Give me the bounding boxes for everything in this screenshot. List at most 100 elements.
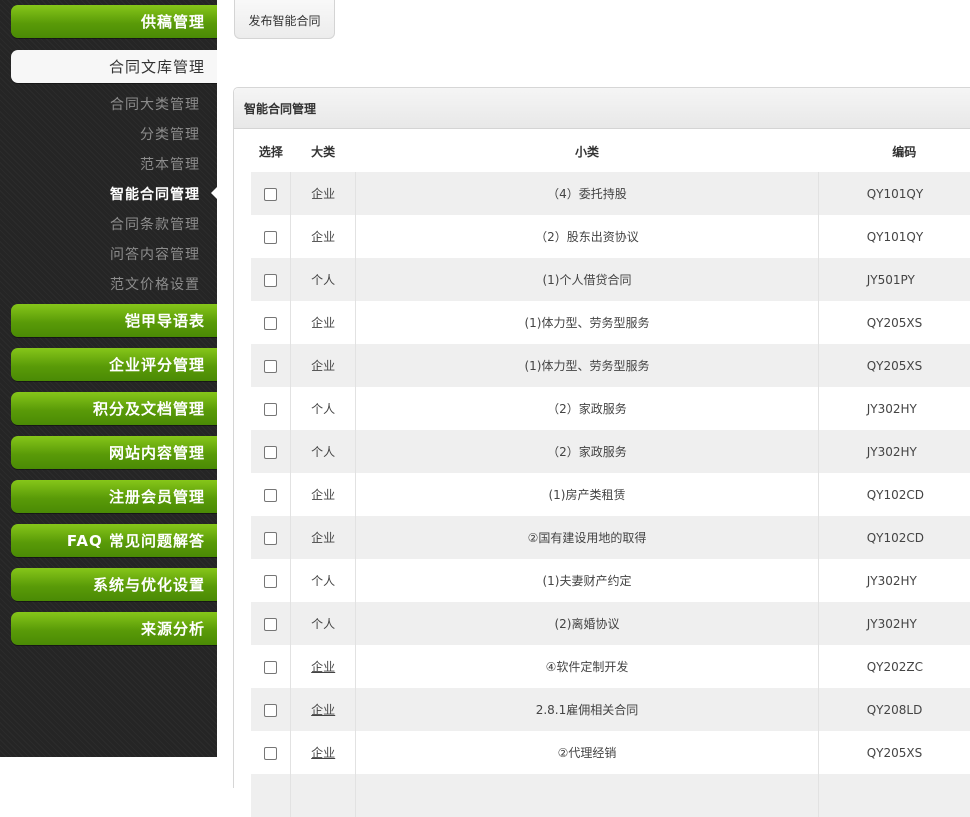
select-cell	[251, 430, 291, 473]
table-row: 企业 2.8.1雇佣相关合同 QY208LD	[251, 688, 970, 731]
subcategory-cell: (2)离婚协议	[355, 602, 819, 645]
row-checkbox[interactable]	[264, 402, 278, 416]
column-header-code: 编码	[892, 144, 917, 159]
row-checkbox[interactable]	[264, 359, 278, 373]
row-checkbox[interactable]	[264, 316, 278, 330]
nav-item-contract-library[interactable]: 合同文库管理	[11, 50, 217, 83]
category-cell: 个人	[290, 258, 357, 301]
row-checkbox[interactable]	[264, 445, 278, 459]
sub-item-qa-content[interactable]: 问答内容管理	[110, 244, 200, 264]
table-row	[251, 774, 970, 817]
row-checkbox[interactable]	[264, 703, 278, 717]
subcategory-cell: ②国有建设用地的取得	[355, 516, 819, 559]
sidebar: 供稿管理 合同文库管理 合同大类管理 分类管理 范本管理 智能合同管理 合同条款…	[0, 0, 217, 757]
row-checkbox[interactable]	[264, 488, 278, 502]
row-checkbox[interactable]	[264, 617, 278, 631]
code-cell: JY302HY	[818, 559, 970, 602]
category-cell: 企业	[290, 215, 357, 258]
column-header-select: 选择	[258, 144, 283, 159]
select-cell	[251, 215, 291, 258]
subcategory-cell: (1)体力型、劳务型服务	[355, 301, 819, 344]
code-cell: JY302HY	[818, 430, 970, 473]
nav-item-system-settings[interactable]: 系统与优化设置	[11, 568, 217, 601]
sub-item-price-setting[interactable]: 范文价格设置	[110, 274, 200, 294]
category-cell[interactable]: 企业	[290, 688, 357, 731]
code-cell: JY501PY	[818, 258, 970, 301]
category-cell[interactable]: 企业	[290, 645, 357, 688]
row-checkbox[interactable]	[264, 273, 278, 287]
code-cell: QY205XS	[818, 344, 970, 387]
code-cell: JY302HY	[818, 387, 970, 430]
subcategory-cell: ②代理经销	[355, 731, 819, 774]
category-cell: 企业	[290, 172, 357, 215]
nav-item-points-docs[interactable]: 积分及文档管理	[11, 392, 217, 425]
category-cell: 企业	[290, 473, 357, 516]
nav-item-armor-guide[interactable]: 铠甲导语表	[11, 304, 217, 337]
category-cell	[290, 774, 357, 817]
subcategory-cell: （2）家政服务	[355, 430, 819, 473]
sub-item-clause[interactable]: 合同条款管理	[110, 214, 200, 234]
subcategory-cell: 2.8.1雇佣相关合同	[355, 688, 819, 731]
row-checkbox[interactable]	[264, 531, 278, 545]
code-cell: JY302HY	[818, 602, 970, 645]
row-checkbox[interactable]	[264, 574, 278, 588]
contract-table: 选择 大类 小类 编码 企业 （4）委托持股 QY101QY 企业 （2）股东出资协议 Q…	[251, 130, 970, 817]
code-cell	[818, 774, 970, 817]
nav-item-source-analysis[interactable]: 来源分析	[11, 612, 217, 645]
category-cell: 个人	[290, 559, 357, 602]
subcategory-cell: （4）委托持股	[355, 172, 819, 215]
code-cell: QY202ZC	[818, 645, 970, 688]
select-cell	[251, 344, 291, 387]
column-header-category: 大类	[311, 144, 336, 159]
sub-item-template[interactable]: 范本管理	[140, 154, 200, 174]
nav-item-site-content[interactable]: 网站内容管理	[11, 436, 217, 469]
select-cell	[251, 172, 291, 215]
nav-item-faq[interactable]: FAQ 常见问题解答	[11, 524, 217, 557]
sub-item-classification[interactable]: 分类管理	[140, 124, 200, 144]
subcategory-cell: (1)房产类租赁	[355, 473, 819, 516]
select-cell	[251, 688, 291, 731]
smart-contract-panel: 智能合同管理 选择 大类 小类 编码 企业 （4）委托持股 QY101QY 企业 （2）…	[233, 87, 970, 817]
category-cell: 企业	[290, 516, 357, 559]
select-cell	[251, 774, 291, 817]
row-checkbox[interactable]	[264, 230, 278, 244]
sub-item-contract-category[interactable]: 合同大类管理	[110, 94, 200, 114]
row-checkbox[interactable]	[264, 746, 278, 760]
nav-item-enterprise-rating[interactable]: 企业评分管理	[11, 348, 217, 381]
subcategory-cell: (1)体力型、劳务型服务	[355, 344, 819, 387]
category-cell: 个人	[290, 430, 357, 473]
table-row: 个人 (1)个人借贷合同 JY501PY	[251, 258, 970, 301]
table-row: 企业 (1)体力型、劳务型服务 QY205XS	[251, 301, 970, 344]
select-cell	[251, 602, 291, 645]
select-cell	[251, 387, 291, 430]
select-cell	[251, 731, 291, 774]
table-row: 个人 (1)夫妻财产约定 JY302HY	[251, 559, 970, 602]
nav-item-submission[interactable]: 供稿管理	[11, 5, 217, 38]
subcategory-cell: （2）股东出资协议	[355, 215, 819, 258]
nav-item-members[interactable]: 注册会员管理	[11, 480, 217, 513]
publish-smart-contract-button[interactable]: 发布智能合同	[234, 0, 335, 39]
row-checkbox[interactable]	[264, 660, 278, 674]
select-cell	[251, 559, 291, 602]
category-cell: 企业	[290, 344, 357, 387]
table-row: 企业 （4）委托持股 QY101QY	[251, 172, 970, 215]
subcategory-cell: (1)个人借贷合同	[355, 258, 819, 301]
panel-title: 智能合同管理	[234, 88, 970, 129]
category-cell: 个人	[290, 387, 357, 430]
table-row: 企业 ②国有建设用地的取得 QY102CD	[251, 516, 970, 559]
table-row: 个人 (2)离婚协议 JY302HY	[251, 602, 970, 645]
select-cell	[251, 645, 291, 688]
code-cell: QY205XS	[818, 301, 970, 344]
code-cell: QY102CD	[818, 516, 970, 559]
category-cell: 个人	[290, 602, 357, 645]
code-cell: QY102CD	[818, 473, 970, 516]
category-cell: 企业	[290, 301, 357, 344]
select-cell	[251, 473, 291, 516]
row-checkbox[interactable]	[264, 187, 278, 201]
subcategory-cell	[355, 774, 819, 817]
category-cell[interactable]: 企业	[290, 731, 357, 774]
table-row: 企业 ②代理经销 QY205XS	[251, 731, 970, 774]
sub-item-smart-contract[interactable]: 智能合同管理	[110, 184, 200, 204]
code-cell: QY101QY	[818, 215, 970, 258]
table-row: 企业 （2）股东出资协议 QY101QY	[251, 215, 970, 258]
